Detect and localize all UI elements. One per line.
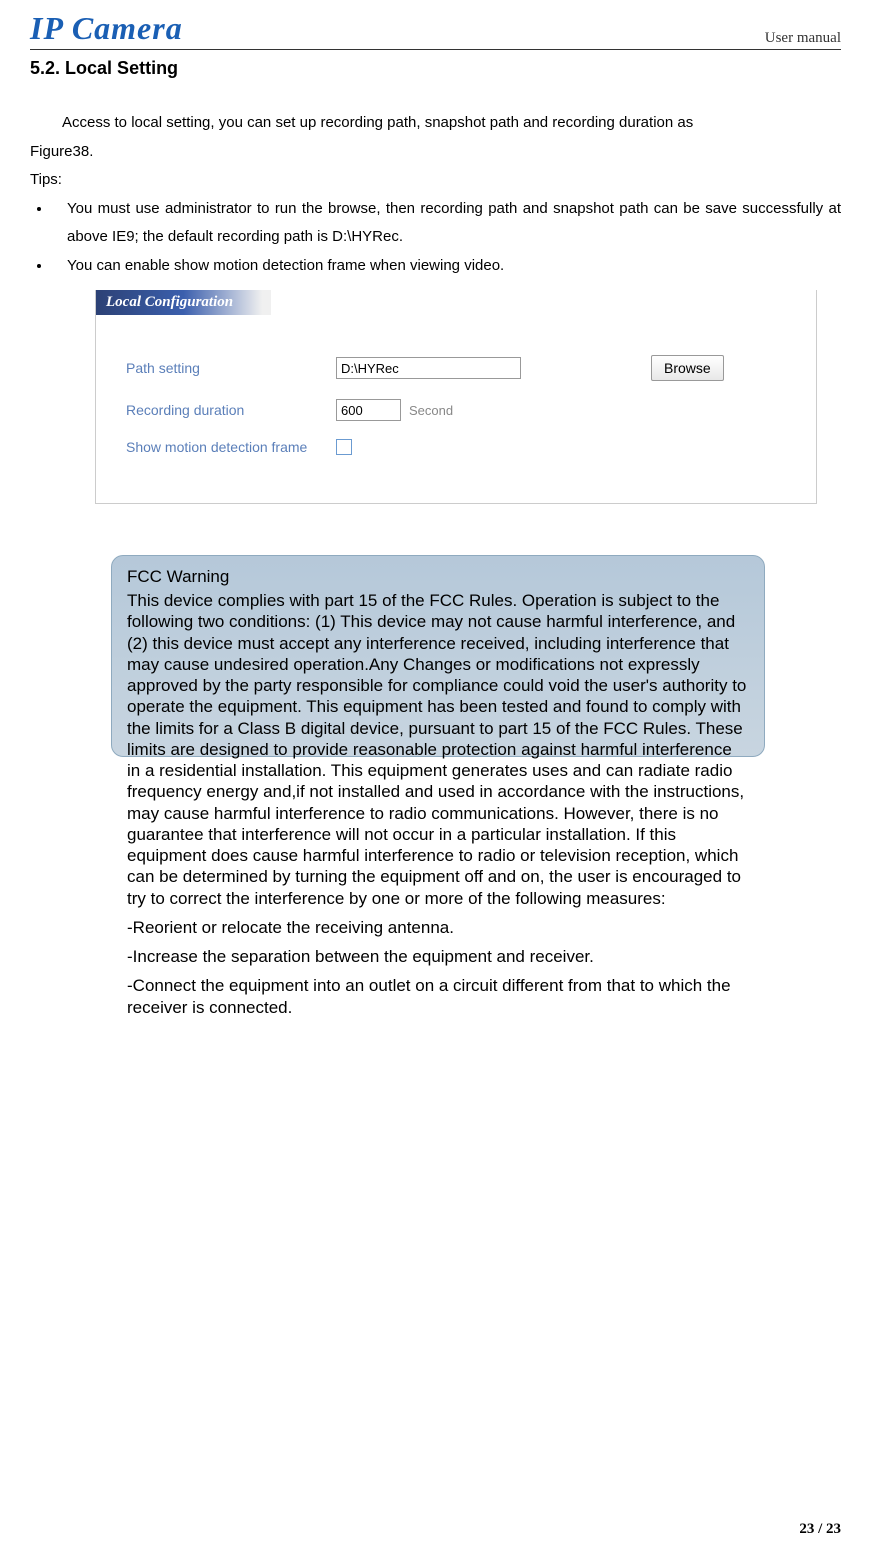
duration-unit: Second (409, 403, 453, 418)
header-label: User manual (765, 30, 841, 47)
recording-duration-label: Recording duration (126, 402, 336, 418)
duration-input[interactable] (336, 399, 401, 421)
motion-frame-label: Show motion detection frame (126, 439, 336, 455)
page-footer: 23 / 23 (799, 1521, 841, 1538)
logo: IP Camera (30, 10, 183, 47)
intro-line-1: Access to local setting, you can set up … (62, 109, 841, 138)
tip-item: You can enable show motion detection fra… (52, 252, 841, 281)
tips-list: You must use administrator to run the br… (30, 195, 841, 281)
intro-line-2: Figure38. (30, 138, 841, 167)
fcc-warning-box: FCC Warning This device complies with pa… (115, 559, 761, 1018)
motion-frame-row: Show motion detection frame (126, 439, 796, 455)
fcc-measure-1: -Reorient or relocate the receiving ante… (115, 917, 761, 938)
local-config-panel: Local Configuration Path setting Browse … (95, 290, 817, 504)
panel-body: Path setting Browse Recording duration S… (96, 315, 816, 503)
fcc-title: FCC Warning (115, 559, 761, 587)
path-setting-row: Path setting Browse (126, 355, 796, 381)
path-setting-label: Path setting (126, 360, 336, 376)
browse-button[interactable]: Browse (651, 355, 724, 381)
tips-label: Tips: (30, 166, 841, 195)
recording-duration-row: Recording duration Second (126, 399, 796, 421)
tip-item: You must use administrator to run the br… (52, 195, 841, 252)
section-title: 5.2. Local Setting (30, 58, 841, 79)
fcc-paragraph: This device complies with part 15 of the… (115, 590, 761, 909)
section-name: Local Setting (65, 58, 178, 78)
path-input[interactable] (336, 357, 521, 379)
section-number: 5.2. (30, 58, 60, 78)
fcc-measure-3: -Connect the equipment into an outlet on… (115, 975, 761, 1018)
fcc-measure-2: -Increase the separation between the equ… (115, 946, 761, 967)
motion-frame-checkbox[interactable] (336, 439, 352, 455)
panel-title: Local Configuration (96, 290, 271, 315)
page-header: IP Camera User manual (30, 10, 841, 50)
